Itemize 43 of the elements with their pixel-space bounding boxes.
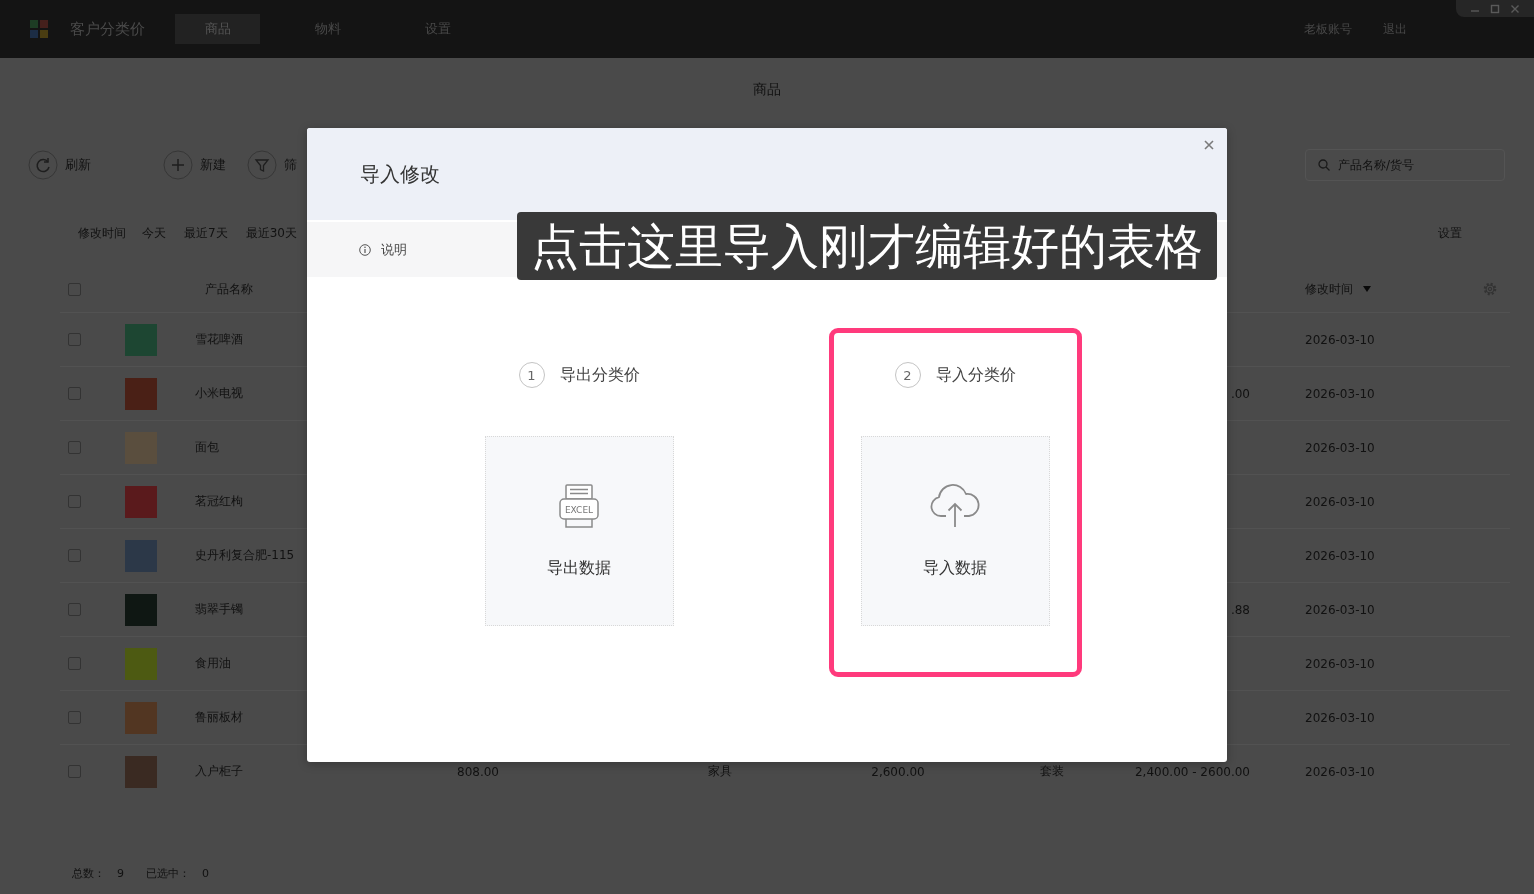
table-cell: .88 [1230,602,1250,617]
photo-placeholder [125,647,157,680]
logo-icon [30,20,48,38]
selected-count: 0 [202,866,209,880]
help-tab[interactable]: 说明 [359,222,407,277]
photo-placeholder [125,539,157,572]
plus-icon [163,150,193,180]
photo-placeholder [125,593,157,626]
photo-placeholder [125,485,157,518]
filter-icon [247,150,277,180]
info-icon [359,243,371,256]
date-cell: 2026-03-10 [1305,386,1375,401]
cloud-upload-icon [929,484,981,528]
step-title: 导入分类价 [935,364,1016,386]
table-cell: 2,600.00 [871,764,925,779]
search-icon [1318,159,1330,171]
annotation-caption: 点击这里导入刚才编辑好的表格 [517,212,1217,280]
photo-placeholder [125,701,157,734]
photo-placeholder [125,755,157,788]
close-icon[interactable] [1204,140,1214,150]
maximize-icon[interactable] [1490,3,1500,14]
total-count: 9 [117,866,124,880]
table-cell: 808.00 [457,764,499,779]
date-cell: 2026-03-10 [1305,332,1375,347]
date-cell: 2026-03-10 [1305,494,1375,509]
step-title: 导出分类价 [559,364,640,386]
date-cell: 2026-03-10 [1305,710,1375,725]
photo-placeholder [125,323,157,356]
gear-icon[interactable] [1483,282,1497,296]
table-cell: 2,400.00 - 2600.00 [1134,764,1250,779]
sort-caret-icon[interactable] [1363,286,1371,292]
date-cell: 2026-03-10 [1305,602,1375,617]
table-cell: .00 [1230,386,1250,401]
date-cell: 2026-03-10 [1305,548,1375,563]
photo-placeholder [125,377,157,410]
refresh-icon [28,150,58,180]
date-cell: 2026-03-10 [1305,656,1375,671]
date-cell: 2026-03-10 [1305,764,1375,779]
dialog-title: 导入修改 [360,160,440,188]
export-data-button[interactable]: EXCEL 导出数据 [484,436,674,626]
import-data-button[interactable]: 导入数据 [860,436,1050,626]
date-cell: 2026-03-10 [1305,440,1375,455]
close-icon[interactable] [1510,3,1520,14]
